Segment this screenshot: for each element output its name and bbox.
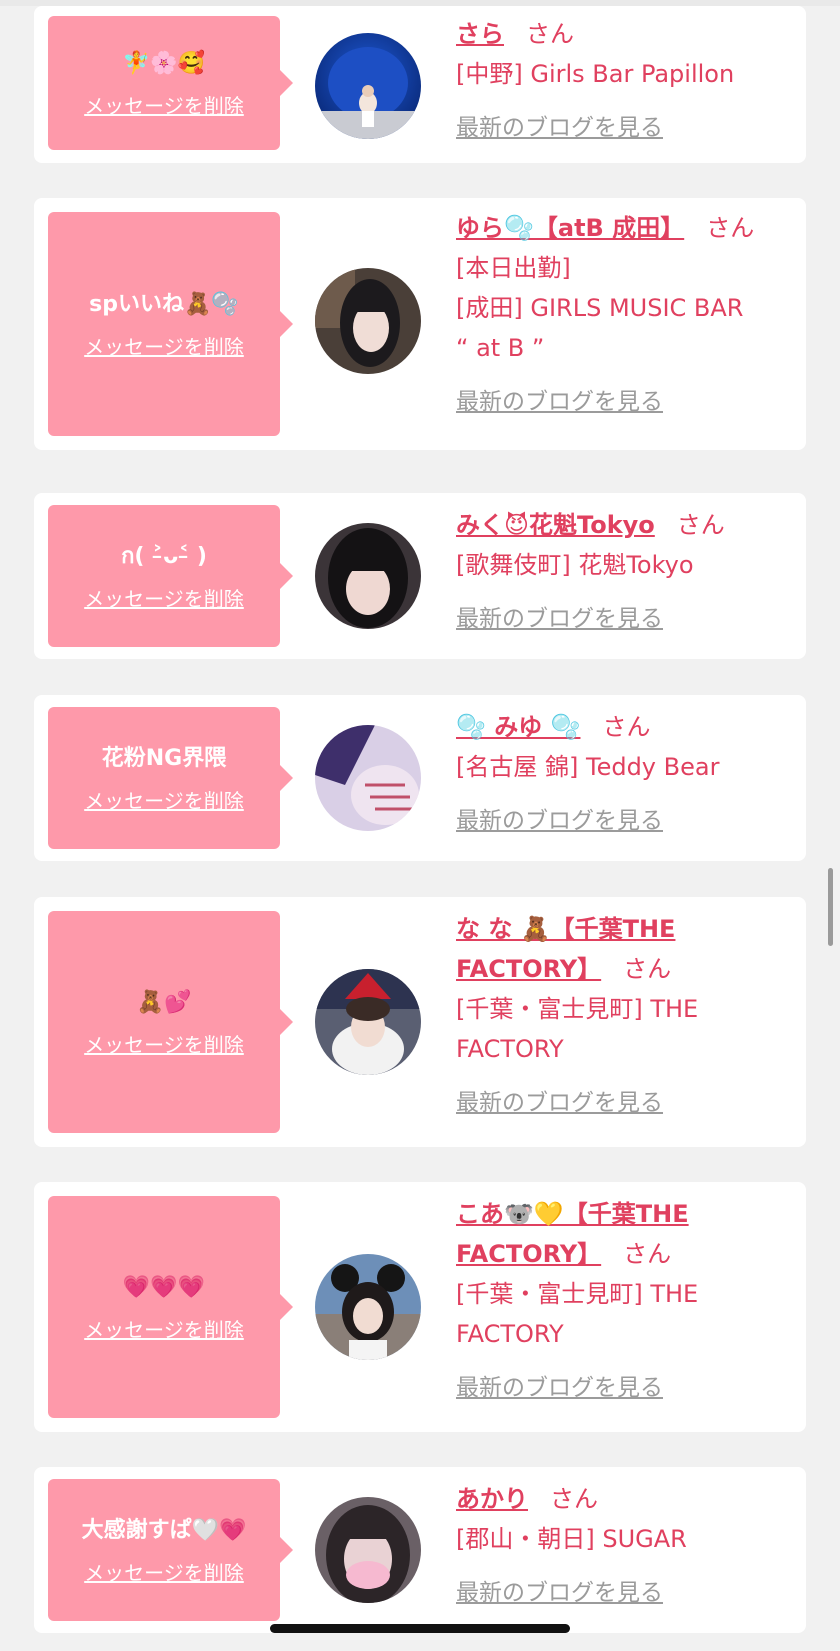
cast-info: ゆら🫧【atB 成田】 さん [本日出勤] [成田] GIRLS MUSIC BA… bbox=[456, 208, 794, 422]
avatar-image bbox=[315, 725, 421, 831]
message-card: 💗💗💗 メッセージを削除 こあ🐨💛【千葉THE FACTORY】 さん [千葉・富… bbox=[34, 1182, 806, 1432]
message-card: 🧸💕 メッセージを削除 な な 🧸【千葉THE FACTORY】 さん [千葉・富… bbox=[34, 897, 806, 1147]
honorific: さん bbox=[623, 955, 672, 983]
home-indicator[interactable] bbox=[270, 1624, 570, 1633]
delete-message-link[interactable]: メッセージを削除 bbox=[84, 1029, 244, 1058]
name-line: さら さん bbox=[456, 14, 794, 54]
avatar-image bbox=[315, 268, 421, 374]
avatar-image bbox=[315, 33, 421, 139]
name-line: みく😈花魁Tokyo さん bbox=[456, 505, 794, 545]
shop-line: [中野] Girls Bar Papillon bbox=[456, 60, 735, 88]
shop-line: “ at B ” bbox=[456, 334, 545, 362]
avatar[interactable] bbox=[315, 33, 421, 139]
cast-name-link[interactable]: あかり bbox=[456, 1485, 528, 1513]
message-bubble: 💗💗💗 メッセージを削除 bbox=[48, 1196, 280, 1418]
latest-blog-link[interactable]: 最新のブログを見る bbox=[456, 1573, 663, 1613]
avatar-image bbox=[315, 969, 421, 1075]
shop-line: [本日出勤] bbox=[456, 254, 571, 282]
name-line: こあ🐨💛【千葉THE FACTORY】 さん bbox=[456, 1194, 794, 1274]
cast-info: こあ🐨💛【千葉THE FACTORY】 さん [千葉・富士見町] THE FACT… bbox=[456, 1194, 794, 1408]
message-text: 花粉NG界隈 bbox=[101, 745, 227, 771]
latest-blog-link[interactable]: 最新のブログを見る bbox=[456, 801, 663, 841]
message-bubble: 花粉NG界隈 メッセージを削除 bbox=[48, 707, 280, 849]
cast-name-link[interactable]: ゆら🫧【atB 成田】 bbox=[456, 214, 684, 242]
latest-blog-link[interactable]: 最新のブログを見る bbox=[456, 599, 663, 639]
name-line: な な 🧸【千葉THE FACTORY】 さん bbox=[456, 909, 794, 989]
name-line: ゆら🫧【atB 成田】 さん bbox=[456, 208, 794, 248]
message-bubble: 🧚🌸🥰 メッセージを削除 bbox=[48, 16, 280, 150]
honorific: さん bbox=[706, 214, 755, 242]
avatar[interactable] bbox=[315, 969, 421, 1075]
name-line: 🫧 みゆ 🫧 さん bbox=[456, 707, 794, 747]
message-bubble: spいいね🧸🫧 メッセージを削除 bbox=[48, 212, 280, 436]
message-text: spいいね🧸🫧 bbox=[89, 291, 239, 317]
latest-blog-link[interactable]: 最新のブログを見る bbox=[456, 382, 663, 422]
message-text: 🧸💕 bbox=[136, 989, 192, 1015]
avatar[interactable] bbox=[315, 523, 421, 629]
latest-blog-link[interactable]: 最新のブログを見る bbox=[456, 1083, 663, 1123]
message-bubble: 大感謝すぱ🤍💗 メッセージを削除 bbox=[48, 1479, 280, 1621]
cast-info: あかり さん [郡山・朝日] SUGAR 最新のブログを見る bbox=[456, 1479, 794, 1613]
message-text: ก( ˃̵ᴗ˂̵ ) bbox=[121, 543, 207, 569]
message-card: 大感謝すぱ🤍💗 メッセージを削除 あかり さん [郡山・朝日] SUGAR 最新の… bbox=[34, 1467, 806, 1633]
avatar[interactable] bbox=[315, 725, 421, 831]
avatar-image bbox=[315, 1254, 421, 1360]
message-bubble: 🧸💕 メッセージを削除 bbox=[48, 911, 280, 1133]
cast-info: な な 🧸【千葉THE FACTORY】 さん [千葉・富士見町] THE FAC… bbox=[456, 909, 794, 1123]
honorific: さん bbox=[676, 511, 725, 539]
avatar[interactable] bbox=[315, 1254, 421, 1360]
shop-line: [名古屋 錦] Teddy Bear bbox=[456, 753, 720, 781]
cast-name-link[interactable]: さら bbox=[456, 20, 504, 48]
latest-blog-link[interactable]: 最新のブログを見る bbox=[456, 1368, 663, 1408]
avatar[interactable] bbox=[315, 1497, 421, 1603]
delete-message-link[interactable]: メッセージを削除 bbox=[84, 1314, 244, 1343]
message-list-page: 🧚🌸🥰 メッセージを削除 さら さん [中野] Girls Bar Papillo… bbox=[0, 0, 840, 1651]
message-card: spいいね🧸🫧 メッセージを削除 ゆら🫧【atB 成田】 さん [本日出勤] [成… bbox=[34, 198, 806, 450]
cast-info: さら さん [中野] Girls Bar Papillon 最新のブログを見る bbox=[456, 14, 794, 148]
cast-info: 🫧 みゆ 🫧 さん [名古屋 錦] Teddy Bear 最新のブログを見る bbox=[456, 707, 794, 841]
avatar-image bbox=[315, 1497, 421, 1603]
message-text: 💗💗💗 bbox=[122, 1274, 206, 1300]
scrollbar[interactable] bbox=[828, 868, 833, 946]
avatar-image bbox=[315, 523, 421, 629]
shop-line: [成田] GIRLS MUSIC BAR bbox=[456, 294, 744, 322]
honorific: さん bbox=[550, 1485, 598, 1513]
latest-blog-link[interactable]: 最新のブログを見る bbox=[456, 108, 663, 148]
message-card: 🧚🌸🥰 メッセージを削除 さら さん [中野] Girls Bar Papillo… bbox=[34, 6, 806, 163]
delete-message-link[interactable]: メッセージを削除 bbox=[84, 331, 244, 360]
honorific: さん bbox=[602, 713, 651, 741]
cast-name-link[interactable]: みく😈花魁Tokyo bbox=[456, 511, 655, 539]
shop-line: [歌舞伎町] 花魁Tokyo bbox=[456, 551, 694, 579]
honorific: さん bbox=[623, 1240, 672, 1268]
delete-message-link[interactable]: メッセージを削除 bbox=[84, 90, 244, 119]
cast-info: みく😈花魁Tokyo さん [歌舞伎町] 花魁Tokyo 最新のブログを見る bbox=[456, 505, 794, 639]
shop-line: [千葉・富士見町] THE bbox=[456, 995, 699, 1023]
message-bubble: ก( ˃̵ᴗ˂̵ ) メッセージを削除 bbox=[48, 505, 280, 647]
shop-line: FACTORY bbox=[456, 1320, 564, 1348]
message-text: 大感謝すぱ🤍💗 bbox=[81, 1517, 247, 1543]
name-line: あかり さん bbox=[456, 1479, 794, 1519]
honorific: さん bbox=[526, 20, 574, 48]
shop-line: [千葉・富士見町] THE bbox=[456, 1280, 699, 1308]
message-text: 🧚🌸🥰 bbox=[122, 50, 206, 76]
avatar[interactable] bbox=[315, 268, 421, 374]
delete-message-link[interactable]: メッセージを削除 bbox=[84, 583, 244, 612]
shop-line: [郡山・朝日] SUGAR bbox=[456, 1525, 687, 1553]
cast-name-link[interactable]: 🫧 みゆ 🫧 bbox=[456, 713, 580, 741]
delete-message-link[interactable]: メッセージを削除 bbox=[84, 785, 244, 814]
shop-line: FACTORY bbox=[456, 1035, 564, 1063]
delete-message-link[interactable]: メッセージを削除 bbox=[84, 1557, 244, 1586]
message-card: ก( ˃̵ᴗ˂̵ ) メッセージを削除 みく😈花魁Tokyo さん [歌舞伎町] … bbox=[34, 493, 806, 659]
message-card: 花粉NG界隈 メッセージを削除 🫧 みゆ 🫧 さん [名古屋 錦] Teddy B… bbox=[34, 695, 806, 861]
